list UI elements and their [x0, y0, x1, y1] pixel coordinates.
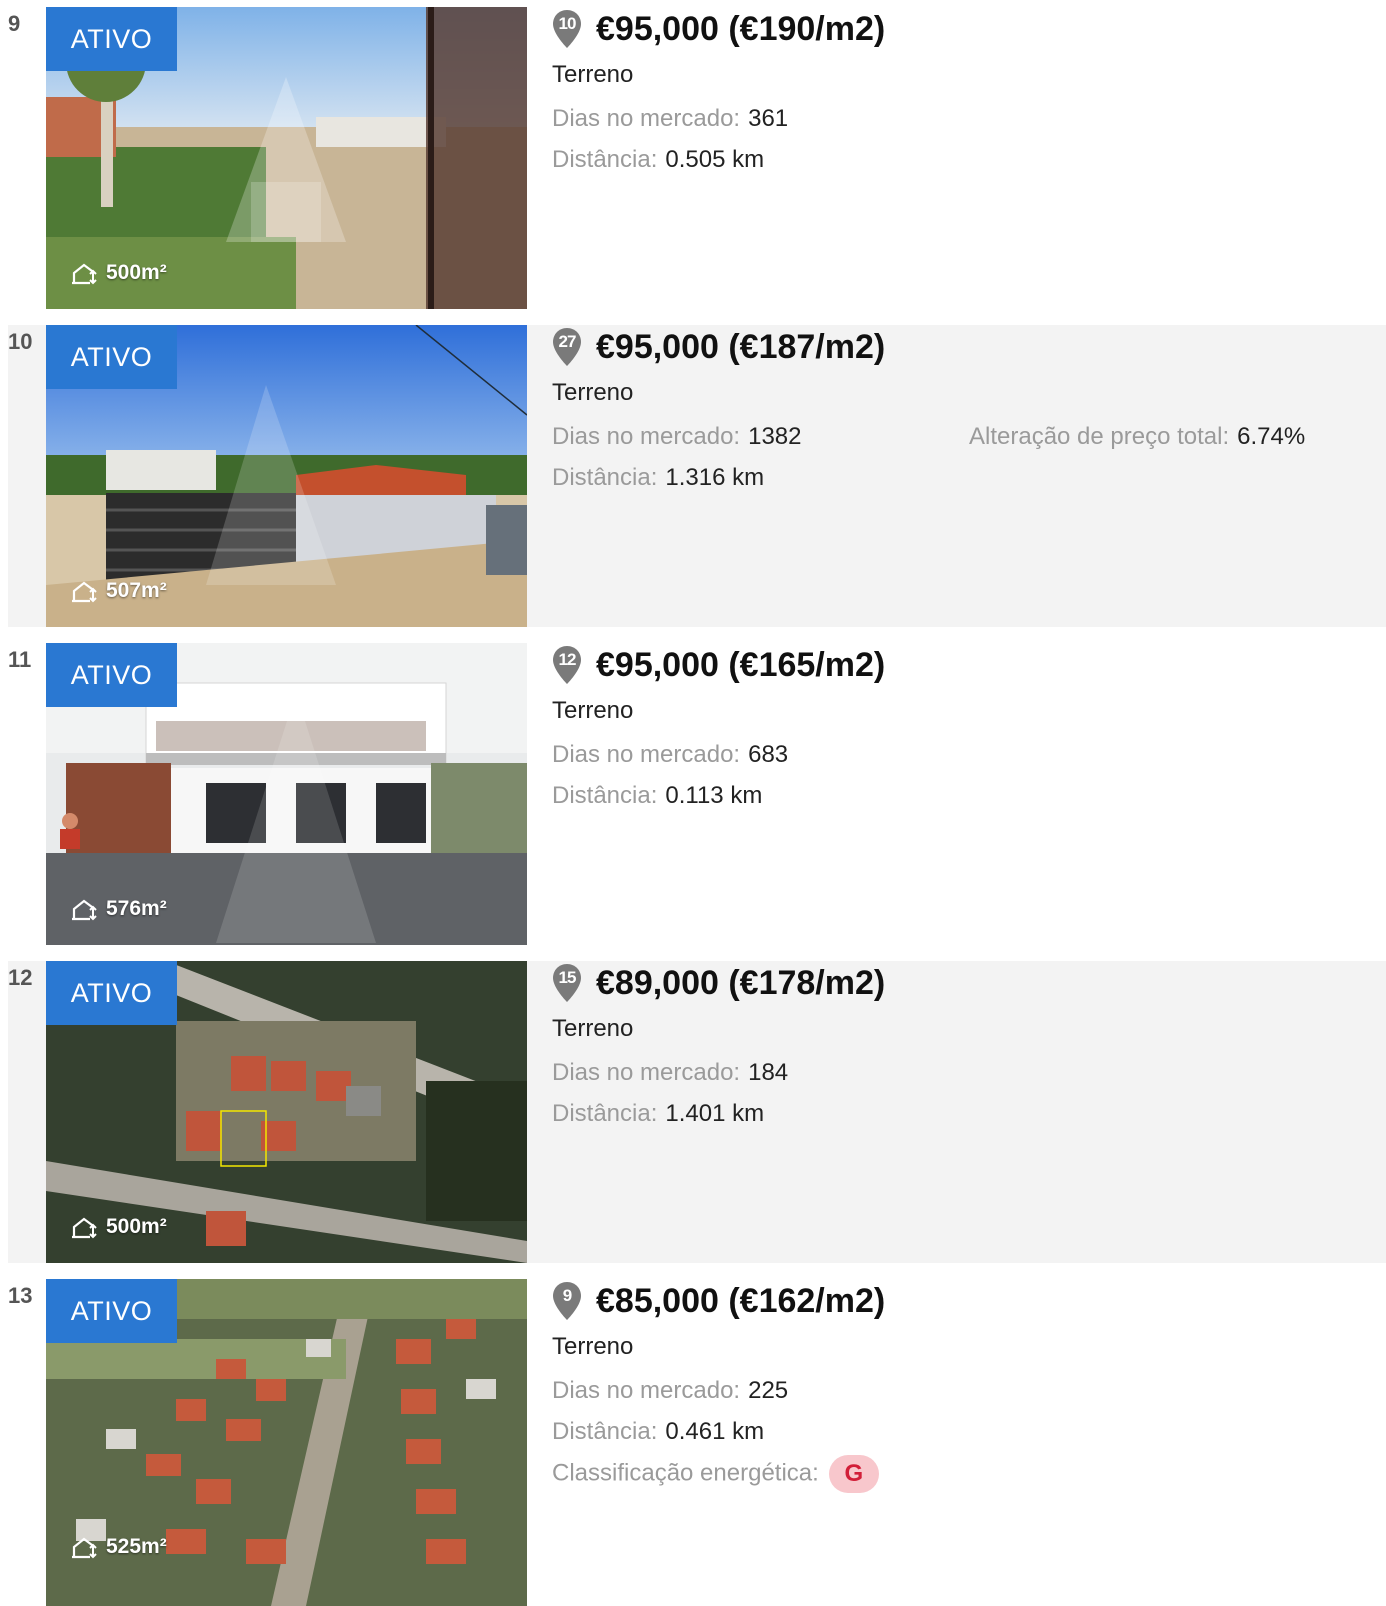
days-label: Dias no mercado: — [552, 741, 741, 768]
listing-info: 27 €95,000 (€187/m2) Terreno Dias no mer… — [552, 325, 1386, 627]
property-type: Terreno — [552, 1015, 634, 1042]
listing-price[interactable]: €95,000 (€165/m2) — [596, 646, 885, 685]
pin-number: 27 — [558, 332, 577, 351]
days-value: 184 — [748, 1059, 789, 1086]
pin-number: 12 — [558, 650, 577, 669]
area-tag: 576m² — [70, 895, 167, 923]
land-area-icon — [70, 577, 98, 605]
listing-index: 12 — [8, 965, 33, 990]
distance-label: Distância: — [552, 146, 658, 173]
listing-photo[interactable]: ATIVO 525m² — [46, 1279, 527, 1606]
land-area-icon — [70, 895, 98, 923]
listing-index: 10 — [8, 329, 33, 354]
listing-price[interactable]: €95,000 (€187/m2) — [596, 328, 885, 367]
status-badge: ATIVO — [46, 643, 177, 707]
listing-info: 15 €89,000 (€178/m2) Terreno Dias no mer… — [552, 961, 1386, 1263]
listing-index: 11 — [8, 647, 32, 672]
area-value: 500m² — [106, 261, 167, 284]
distance-label: Distância: — [552, 782, 658, 809]
distance: Distância: 0.505 km — [552, 146, 764, 174]
listing-photo[interactable]: ATIVO 500m² — [46, 961, 527, 1263]
days-label: Dias no mercado: — [552, 1377, 741, 1404]
days-on-market: Dias no mercado: 1382 — [552, 423, 801, 451]
listing-row[interactable]: 10 ATIVO 507m² 27 €95,000 (€187/m2) Terr… — [8, 325, 1386, 627]
distance: Distância: 1.401 km — [552, 1100, 764, 1128]
energy-badge: G — [828, 1455, 879, 1493]
days-value: 361 — [748, 105, 789, 132]
area-value: 525m² — [106, 1535, 167, 1558]
area-value: 507m² — [106, 579, 167, 602]
listing-row[interactable]: 12 ATIVO 500m² 15 €89,000 (€178/m2) Terr… — [8, 961, 1386, 1263]
energy-rating: Classificação energética: G — [552, 1455, 879, 1493]
area-tag: 500m² — [70, 259, 167, 287]
land-area-icon — [70, 1213, 98, 1241]
map-pin-icon[interactable]: 12 — [552, 645, 582, 685]
distance-label: Distância: — [552, 1418, 658, 1445]
property-type: Terreno — [552, 1333, 634, 1360]
days-value: 225 — [748, 1377, 789, 1404]
days-value: 1382 — [748, 423, 802, 450]
listing-photo[interactable]: ATIVO 500m² — [46, 7, 527, 309]
map-pin-icon[interactable]: 9 — [552, 1281, 582, 1321]
area-value: 576m² — [106, 897, 167, 920]
property-type: Terreno — [552, 697, 634, 724]
pin-number: 10 — [558, 14, 577, 33]
property-type: Terreno — [552, 61, 634, 88]
listing-info: 9 €85,000 (€162/m2) Terreno Dias no merc… — [552, 1279, 1386, 1581]
listing-price[interactable]: €85,000 (€162/m2) — [596, 1282, 885, 1321]
map-pin-icon[interactable]: 27 — [552, 327, 582, 367]
status-badge: ATIVO — [46, 325, 177, 389]
map-pin-icon[interactable]: 15 — [552, 963, 582, 1003]
pin-number: 15 — [558, 968, 577, 987]
listing-index: 13 — [8, 1283, 33, 1308]
land-area-icon — [70, 1533, 98, 1561]
listing-row[interactable]: 11 ATIVO 576m² 12 €95,000 (€165/m2) Terr… — [8, 643, 1386, 945]
price-change-value: 6.74% — [1237, 423, 1306, 450]
distance: Distância: 0.113 km — [552, 782, 762, 810]
listing-photo[interactable]: ATIVO 576m² — [46, 643, 527, 945]
listing-photo[interactable]: ATIVO 507m² — [46, 325, 527, 627]
listing-row[interactable]: 9 ATIVO 500m² 10 €95,000 (€190/m2) Terre… — [8, 7, 1386, 309]
area-value: 500m² — [106, 1215, 167, 1238]
distance-value: 1.316 km — [665, 464, 765, 491]
distance: Distância: 1.316 km — [552, 464, 764, 492]
days-label: Dias no mercado: — [552, 105, 741, 132]
days-label: Dias no mercado: — [552, 1059, 741, 1086]
distance-value: 0.505 km — [665, 146, 765, 173]
land-area-icon — [70, 259, 98, 287]
listing-index: 9 — [8, 11, 21, 36]
listing-row[interactable]: 13 ATIVO 525m² 9 €85,000 (€162/m2) Terre… — [8, 1279, 1386, 1606]
days-value: 683 — [748, 741, 789, 768]
area-tag: 525m² — [70, 1533, 167, 1561]
status-badge: ATIVO — [46, 961, 177, 1025]
status-badge: ATIVO — [46, 7, 177, 71]
distance-value: 0.461 km — [665, 1418, 765, 1445]
property-type: Terreno — [552, 379, 634, 406]
listing-price[interactable]: €95,000 (€190/m2) — [596, 10, 885, 49]
listing-price[interactable]: €89,000 (€178/m2) — [596, 964, 885, 1003]
distance: Distância: 0.461 km — [552, 1418, 764, 1446]
area-tag: 500m² — [70, 1213, 167, 1241]
listing-info: 10 €95,000 (€190/m2) Terreno Dias no mer… — [552, 7, 1386, 309]
days-on-market: Dias no mercado: 683 — [552, 741, 788, 769]
distance-value: 1.401 km — [665, 1100, 765, 1127]
listing-info: 12 €95,000 (€165/m2) Terreno Dias no mer… — [552, 643, 1386, 945]
days-label: Dias no mercado: — [552, 423, 741, 450]
price-change: Alteração de preço total: 6.74% — [969, 423, 1305, 451]
status-badge: ATIVO — [46, 1279, 177, 1343]
days-on-market: Dias no mercado: 184 — [552, 1059, 788, 1087]
distance-label: Distância: — [552, 464, 658, 491]
energy-label: Classificação energética: — [552, 1459, 819, 1487]
map-pin-icon[interactable]: 10 — [552, 9, 582, 49]
pin-number: 9 — [562, 1286, 572, 1305]
distance-label: Distância: — [552, 1100, 658, 1127]
days-on-market: Dias no mercado: 361 — [552, 105, 788, 133]
price-change-label: Alteração de preço total: — [969, 423, 1230, 450]
area-tag: 507m² — [70, 577, 167, 605]
days-on-market: Dias no mercado: 225 — [552, 1377, 788, 1405]
distance-value: 0.113 km — [665, 782, 763, 809]
